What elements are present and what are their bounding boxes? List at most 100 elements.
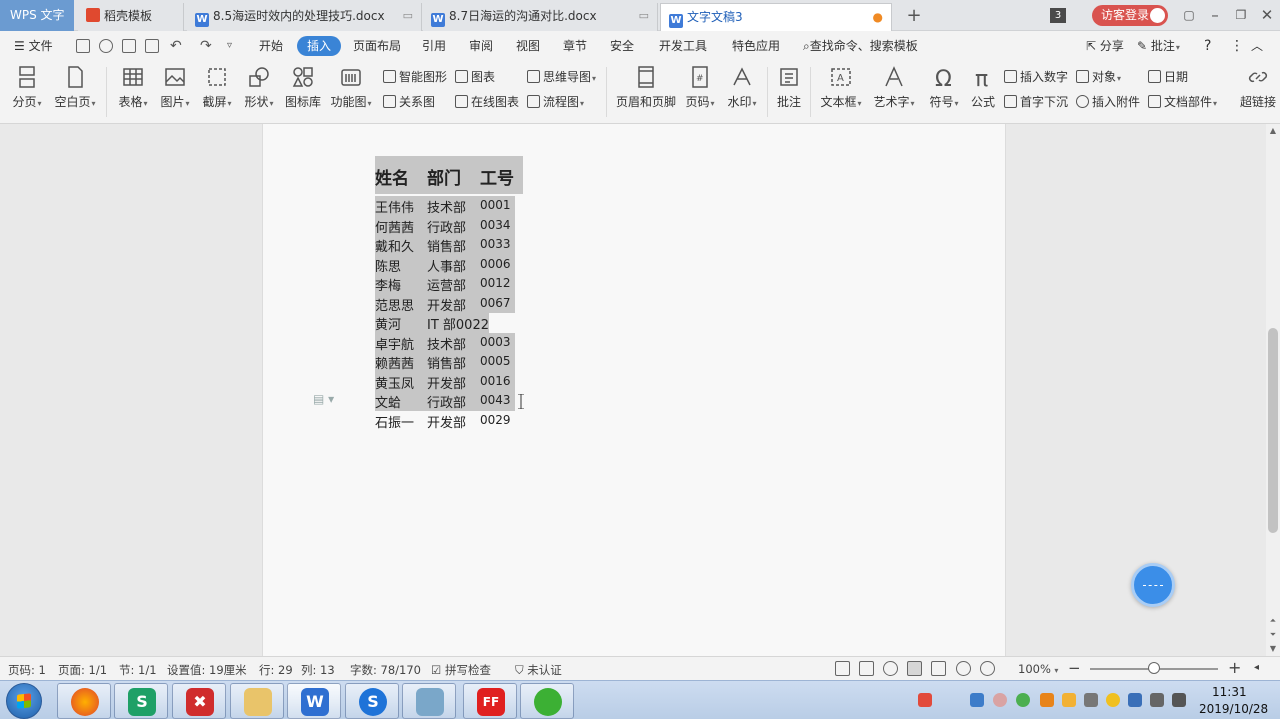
minimize-icon[interactable]: – [1202, 0, 1228, 31]
tab-count-badge[interactable]: 3 [1050, 8, 1066, 23]
ime-tray-icon[interactable] [1040, 693, 1054, 707]
taskbar-notes[interactable] [402, 683, 456, 719]
scroll-up-icon[interactable]: ▲ [1266, 124, 1280, 138]
help-button[interactable]: ? [1204, 31, 1211, 61]
collapse-ribbon-icon[interactable]: ︿ [1251, 31, 1263, 61]
taskbar-sogou[interactable]: S [345, 683, 399, 719]
paste-options-icon[interactable]: ▤ ▾ [313, 392, 334, 406]
tab-home[interactable]: 开始 [259, 31, 283, 61]
online-chart-button[interactable]: 在线图表 [455, 93, 519, 111]
formula-button[interactable]: π 公式 [970, 65, 996, 110]
shape-button[interactable]: 形状▾ [242, 65, 276, 110]
icon-library-button[interactable]: 图标库 [285, 65, 321, 110]
tab-view[interactable]: 视图 [516, 31, 540, 61]
save-icon[interactable] [76, 39, 90, 53]
taskbar-firefox[interactable] [57, 683, 111, 719]
picture-button[interactable]: 图片▾ [158, 65, 192, 110]
vertical-scrollbar[interactable]: ▲ ⏶ ⏷ ▼ [1266, 124, 1280, 656]
power-tray-icon[interactable] [1172, 693, 1186, 707]
zoom-out-button[interactable]: − [1068, 659, 1081, 677]
relation-chart-button[interactable]: 关系图 [383, 93, 435, 111]
art-text-button[interactable]: 艺术字▾ [872, 65, 916, 110]
command-search[interactable]: ⌕查找命令、搜索模板 [803, 31, 918, 61]
unverified-button[interactable]: ⛉ 未认证 [515, 662, 562, 678]
chart-button[interactable]: 图表 [455, 68, 495, 86]
taskbar-wps-sheets[interactable]: S [114, 683, 168, 719]
taskbar-explorer[interactable] [230, 683, 284, 719]
new-tab-button[interactable]: + [902, 0, 926, 31]
hyperlink-button[interactable]: 超链接 [1238, 65, 1278, 110]
tab-page-layout[interactable]: 页面布局 [353, 31, 401, 61]
undo-icon[interactable]: ↶ [170, 31, 182, 61]
scrollbar-thumb[interactable] [1268, 328, 1278, 533]
share-button[interactable]: ⇱ 分享 [1086, 31, 1124, 61]
security-tray-icon[interactable] [1062, 693, 1076, 707]
skin-icon[interactable]: ▢ [1176, 0, 1202, 31]
smart-art-button[interactable]: 智能图形 [383, 68, 447, 86]
redo-icon[interactable]: ↷ [200, 31, 212, 61]
clock-date[interactable]: 2019/10/28 [1199, 702, 1268, 716]
header-footer-button[interactable]: 页眉和页脚 [616, 65, 676, 110]
tab-insert[interactable]: 插入 [297, 36, 342, 56]
taskbar-wps-writer[interactable]: W [287, 683, 341, 719]
print-preview-icon[interactable] [145, 39, 159, 53]
screenshot-button[interactable]: 截屏▾ [200, 65, 234, 110]
tab-review[interactable]: 审阅 [469, 31, 493, 61]
login-button[interactable]: 访客登录 [1092, 5, 1168, 26]
clock-time[interactable]: 11:31 [1212, 685, 1247, 699]
blank-page-button[interactable]: 空白页▾ [53, 65, 97, 110]
mind-map-button[interactable]: 思维导图▾ [527, 68, 596, 86]
close-icon[interactable]: ✕ [1254, 0, 1280, 31]
insert-number-button[interactable]: 插入数字 [1004, 68, 1068, 86]
volume-tray-icon[interactable] [1084, 693, 1098, 707]
network-tray-icon[interactable] [970, 693, 984, 707]
more-icon[interactable]: ⋮ [1230, 31, 1244, 61]
scroll-prev-page-icon[interactable]: ⏶ [1266, 614, 1280, 628]
outline-view-icon[interactable] [931, 661, 946, 676]
wechat-tray-icon[interactable] [1016, 693, 1030, 707]
language-tray-icon[interactable] [1128, 693, 1142, 707]
comment-button[interactable]: ✎ 批注▾ [1137, 31, 1180, 61]
watermark-button[interactable]: 水印▾ [725, 65, 759, 110]
zoom-in-button[interactable]: + [1228, 658, 1241, 677]
date-button[interactable]: 日期 [1148, 68, 1188, 86]
function-chart-button[interactable]: 功能图▾ [330, 65, 372, 110]
tab-references[interactable]: 引用 [422, 31, 446, 61]
table-button[interactable]: 表格▾ [116, 65, 150, 110]
page-break-button[interactable]: 分页▾ [10, 65, 44, 110]
fullscreen-icon[interactable] [835, 661, 850, 676]
annotation-button[interactable]: 批注 [776, 65, 802, 110]
text-box-button[interactable]: A 文本框▾ [820, 65, 862, 110]
signal-tray-icon[interactable] [1150, 693, 1164, 707]
page-view-icon[interactable] [907, 661, 922, 676]
flowchart-button[interactable]: 流程图▾ [527, 93, 584, 111]
document-page[interactable]: 姓名 部门 工号 王伟伟 技术部 0001 何茜茜 行政部 0034 戴和久 销售部 0033 陈… [262, 124, 1006, 656]
drop-cap-button[interactable]: 首字下沉 [1004, 93, 1068, 111]
app-tray-icon[interactable] [993, 693, 1007, 707]
eye-protection-icon[interactable] [980, 661, 995, 676]
pen-icon[interactable] [883, 661, 898, 676]
collapse-status-icon[interactable]: ◂ [1254, 662, 1259, 673]
print-icon[interactable] [122, 39, 136, 53]
spell-check-button[interactable]: ☑ 拼写检查 [431, 662, 491, 678]
floating-assistant-button[interactable] [1131, 563, 1175, 607]
app-tab-wps[interactable]: WPS 文字 [0, 0, 74, 31]
taskbar-format-factory[interactable]: FF [463, 683, 517, 719]
tab-security[interactable]: 安全 [610, 31, 634, 61]
object-button[interactable]: 对象▾ [1076, 68, 1121, 86]
tab-chapter[interactable]: 章节 [563, 31, 587, 61]
tab-docer[interactable]: 稻壳模板 [78, 3, 184, 31]
file-menu[interactable]: ☰ 文件 [14, 31, 53, 61]
doc-parts-button[interactable]: 文档部件▾ [1148, 93, 1217, 111]
tab-doc-1[interactable]: W 8.5海运时效内的处理技巧.docx ▭ [187, 3, 422, 31]
start-button[interactable] [6, 683, 42, 719]
sogou-tray-icon[interactable] [918, 693, 932, 707]
taskbar-xmind[interactable]: ✖ [172, 683, 226, 719]
taskbar-wechat[interactable] [520, 683, 574, 719]
page-number-button[interactable]: # 页码▾ [684, 65, 716, 110]
document-canvas[interactable]: 姓名 部门 工号 王伟伟 技术部 0001 何茜茜 行政部 0034 戴和久 销售部 0033 陈… [0, 124, 1266, 656]
zoom-dropdown[interactable]: 100% ▾ [1018, 662, 1058, 676]
read-mode-icon[interactable] [859, 661, 874, 676]
status-word-count[interactable]: 字数: 78/170 [350, 662, 421, 678]
tab-developer[interactable]: 开发工具 [659, 31, 707, 61]
